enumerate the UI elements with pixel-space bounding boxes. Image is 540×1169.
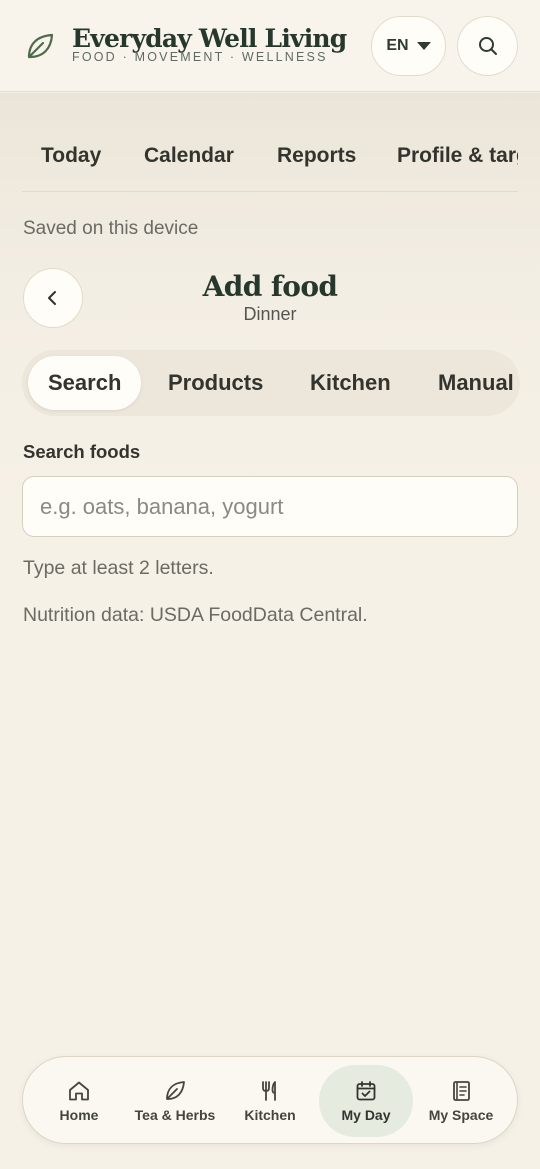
- leaf-icon: [27, 33, 54, 59]
- nav-kitchen[interactable]: Kitchen: [223, 1065, 317, 1137]
- segment-products[interactable]: Products: [168, 356, 263, 410]
- nav-my-space-label: My Space: [428, 1107, 494, 1123]
- chevron-left-icon: [48, 291, 56, 305]
- segment-search[interactable]: Search: [28, 356, 142, 410]
- nav-kitchen-label: Kitchen: [244, 1107, 296, 1123]
- main-background: [0, 93, 540, 1169]
- top-navigation: Today Calendar Reports Profile & targ: [0, 120, 540, 192]
- back-button[interactable]: [23, 268, 83, 328]
- brand-title[interactable]: Everyday Well Living: [72, 24, 347, 53]
- language-selector[interactable]: EN: [371, 16, 446, 76]
- saved-status: Saved on this device: [23, 218, 199, 239]
- nutrition-source-note: Nutrition data: USDA FoodData Central.: [23, 604, 368, 626]
- caret-down-icon: [416, 42, 431, 50]
- nav-my-day-label: My Day: [341, 1107, 391, 1123]
- tab-calendar[interactable]: Calendar: [144, 144, 234, 168]
- language-label: EN: [386, 37, 409, 54]
- search-foods-label: Search foods: [23, 441, 141, 462]
- search-button[interactable]: [457, 16, 518, 76]
- segment-manual[interactable]: Manual: [438, 356, 514, 410]
- tab-today[interactable]: Today: [41, 144, 101, 168]
- tab-profile-targets[interactable]: Profile & targ: [397, 144, 518, 168]
- add-food-mode-tabs: Search Products Kitchen Manual: [22, 350, 520, 416]
- brand-tagline: FOOD · MOVEMENT · WELLNESS: [72, 50, 328, 64]
- nav-my-space[interactable]: My Space: [414, 1065, 508, 1137]
- nav-home-label: Home: [59, 1107, 99, 1123]
- search-foods-input[interactable]: [22, 476, 518, 537]
- search-icon: [478, 37, 497, 55]
- nav-my-day[interactable]: My Day: [319, 1065, 413, 1137]
- search-hint: Type at least 2 letters.: [23, 557, 214, 579]
- calendar-check-icon: [356, 1081, 376, 1101]
- app-header: Everyday Well Living FOOD · MOVEMENT · W…: [0, 0, 540, 92]
- fork-knife-icon: [262, 1081, 276, 1101]
- nav-tea-herbs-label: Tea & Herbs: [134, 1107, 216, 1123]
- bottom-navigation: Home Tea & Herbs Kitchen My Day My Space: [22, 1056, 518, 1144]
- tab-reports[interactable]: Reports: [277, 144, 356, 168]
- segment-kitchen[interactable]: Kitchen: [310, 356, 391, 410]
- notebook-icon: [453, 1081, 470, 1101]
- nav-tea-herbs[interactable]: Tea & Herbs: [128, 1065, 222, 1137]
- home-icon: [69, 1081, 89, 1101]
- leaf-icon: [166, 1081, 185, 1100]
- nav-home[interactable]: Home: [32, 1065, 126, 1137]
